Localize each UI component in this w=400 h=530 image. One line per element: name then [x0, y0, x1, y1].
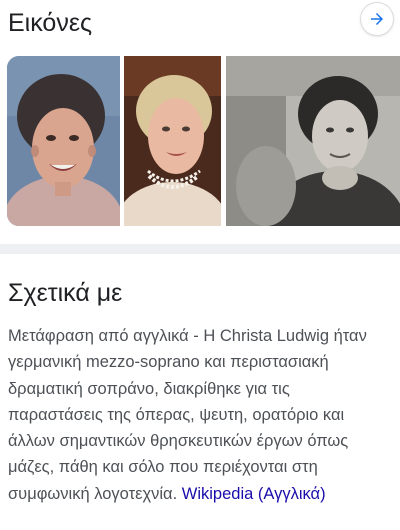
images-panel-title: Εικόνες [8, 9, 93, 37]
wikipedia-source-link[interactable]: Wikipedia (Αγγλικά) [182, 485, 326, 503]
images-panel: Εικόνες [0, 0, 400, 236]
image-thumbnail-1[interactable] [7, 56, 120, 226]
about-description: Μετάφραση από αγγλικά - Η Christa Ludwig… [8, 323, 388, 507]
image-thumbnail-3[interactable] [226, 56, 400, 226]
images-more-button[interactable] [361, 3, 393, 35]
arrow-right-icon [371, 13, 383, 25]
image-thumbnail-2[interactable] [124, 56, 221, 226]
about-description-text: Μετάφραση από αγγλικά - Η Christa Ludwig… [8, 327, 367, 503]
section-divider [0, 244, 400, 254]
about-panel-title: Σχετικά με [8, 279, 123, 307]
